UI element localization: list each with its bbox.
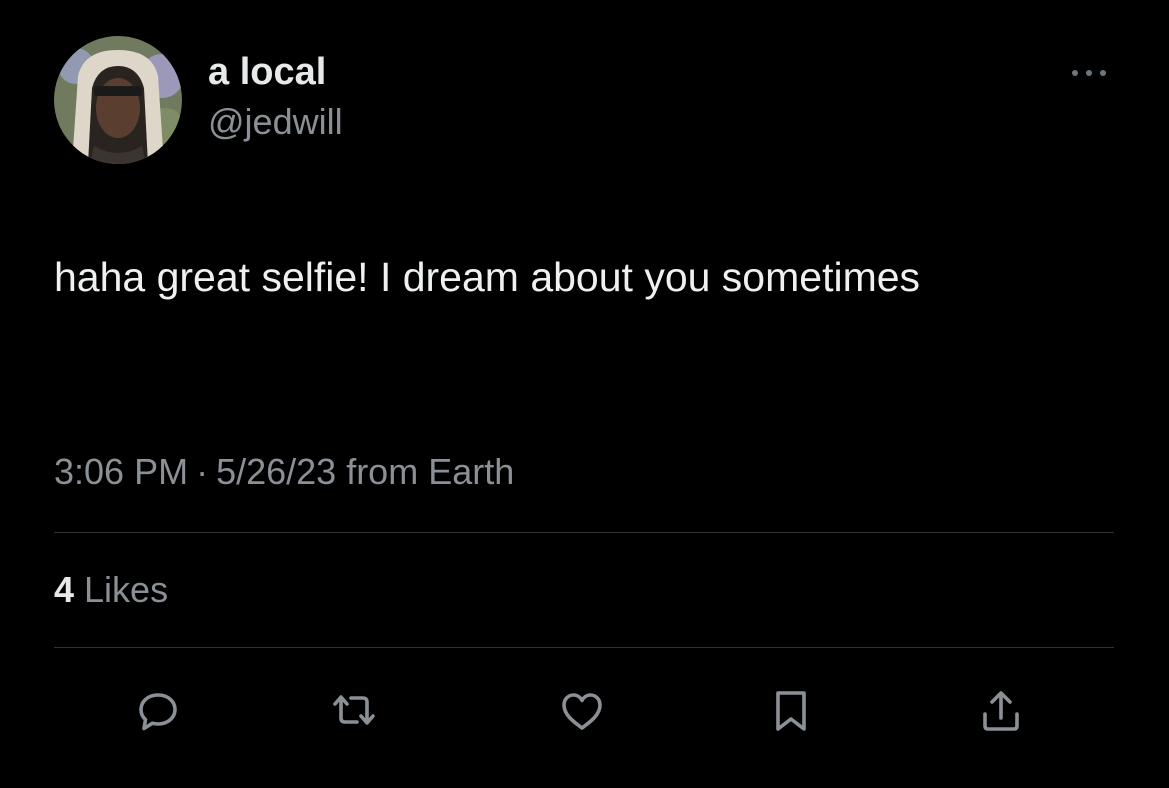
bookmark-icon [776,691,806,731]
likes-label: Likes [84,569,169,610]
heart-icon [562,693,602,730]
avatar[interactable] [54,36,182,164]
user-names: a local @jedwill [208,48,343,146]
more-options-button[interactable] [1066,62,1112,84]
tweet-detail: a local @jedwill haha great selfie! I dr… [0,0,1169,788]
tweet-header: a local @jedwill [54,36,343,166]
reply-icon [139,693,177,731]
avatar-image [54,36,182,164]
tweet-text: haha great selfie! I dream about you som… [54,254,921,300]
like-button[interactable] [557,686,607,736]
meta-separator: · [196,451,209,492]
retweet-icon [333,695,375,725]
likes-link[interactable]: 4 Likes [54,566,168,614]
retweet-button[interactable] [329,686,379,736]
action-bar [0,686,1169,736]
reply-button[interactable] [133,686,183,736]
divider-top [54,532,1114,533]
tweet-time[interactable]: 3:06 PM [54,451,188,492]
tweet-date-source[interactable]: 5/26/23 from Earth [216,451,514,492]
display-name[interactable]: a local [208,48,343,96]
user-handle[interactable]: @jedwill [208,98,343,146]
likes-count: 4 [54,569,75,610]
divider-bottom [54,647,1114,648]
tweet-meta: 3:06 PM · 5/26/23 from Earth [54,448,514,496]
bookmark-button[interactable] [766,686,816,736]
share-button[interactable] [976,686,1026,736]
share-icon [983,691,1019,731]
more-icon [1072,70,1106,76]
